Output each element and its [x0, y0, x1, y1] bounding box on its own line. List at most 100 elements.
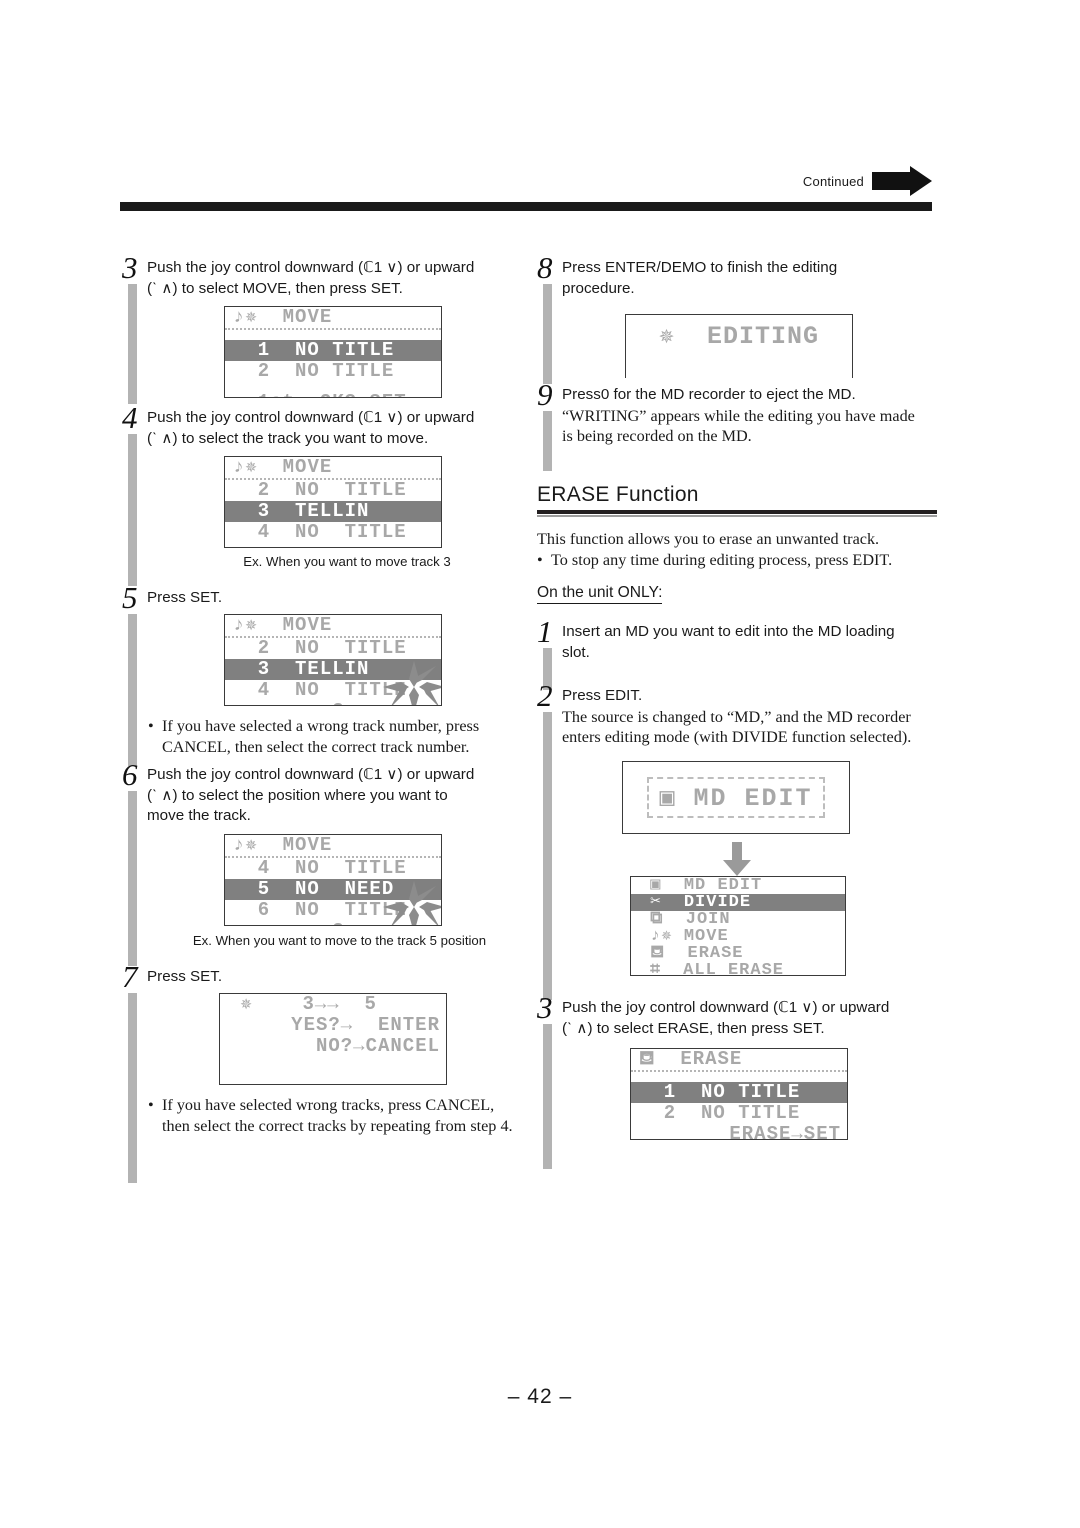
- step-text-line2: “WRITING” appears while the editing you …: [562, 406, 915, 425]
- step-gutter-bar: [128, 434, 137, 586]
- step-number: 9: [537, 377, 553, 412]
- step-number: 5: [122, 580, 138, 615]
- bullet-text: To stop any time during editing process,…: [551, 550, 893, 569]
- step-gutter-bar: [128, 284, 137, 404]
- lcd-line-highlighted: 1 NO TITLE: [631, 1082, 847, 1103]
- lcd-line-highlighted: 1 NO TITLE: [225, 340, 441, 361]
- erase-step-3: 3 Push the joy control downward (ℂ1 ∨) o…: [537, 992, 937, 1169]
- lcd-line: ♪✵ MOVE: [225, 615, 441, 638]
- step-6: 6 Push the joy control downward (ℂ1 ∨) o…: [122, 759, 522, 966]
- step-number: 3: [537, 990, 553, 1025]
- section-rule-thin: [537, 515, 937, 517]
- lcd-line: NO?→CANCEL: [291, 1035, 440, 1057]
- step-note: • If you have selected wrong tracks, pre…: [148, 1095, 526, 1136]
- section-bullet: • To stop any time during editing proces…: [537, 550, 937, 571]
- step-text-line1: Push the joy control downward (ℂ1 ∨) or …: [147, 259, 475, 276]
- lcd-line: ♪✵ MOVE: [225, 457, 441, 480]
- erase-step-1: 1 Insert an MD you want to edit into the…: [537, 616, 937, 690]
- step-text-line2: The source is changed to “MD,” and the M…: [562, 707, 911, 726]
- md-edit-framed-text: ▣ MD EDIT: [647, 777, 825, 818]
- step-4: 4 Push the joy control downward (ℂ1 ∨) o…: [122, 402, 522, 586]
- lcd-line-highlighted: 5 NO NEED: [225, 879, 441, 900]
- section-subheading: On the unit ONLY:: [537, 584, 663, 604]
- step-text-line2: (ˋ ∧) to select the track you want to mo…: [147, 429, 429, 447]
- down-arrow-icon: [723, 842, 751, 876]
- lcd-line: ⌗ ALL ERASE: [639, 961, 784, 976]
- lcd-line: 2 NO TITLE: [639, 1102, 801, 1124]
- move-select-position-display: ♪✵ MOVE 4 NO TITLE 5 NO NEED 6 NO TITLE …: [224, 834, 442, 926]
- md-edit-display: ▣ MD EDIT: [622, 761, 850, 834]
- step-text-line1: Push the joy control downward (ℂ1 ∨) or …: [147, 409, 475, 426]
- section-intro: This function allows you to erase an unw…: [537, 530, 880, 548]
- manual-page: Continued 3 Push the joy control downwar…: [0, 0, 1080, 1528]
- step-gutter-bar: [543, 284, 552, 384]
- lcd-spacer: [225, 543, 441, 547]
- lcd-line: ✵ 3→→ 5: [228, 993, 377, 1015]
- md-edit-menu-display: ▣ MD EDIT ✂ DIVIDE ⧉ JOIN ♪✵ MOVE ⛾ ERAS…: [630, 876, 846, 976]
- step-text-line3: is being recorded on the MD.: [562, 427, 752, 445]
- section-title: ERASE Function: [537, 483, 699, 506]
- bullet-dot: •: [148, 1096, 154, 1114]
- move-confirm-track-display: ♪✵ MOVE 2 NO TITLE 3 TELLIN 4 NO TITLE ‹…: [224, 614, 442, 706]
- right-arrow-icon: [872, 166, 932, 196]
- bullet-dot: •: [148, 717, 154, 735]
- move-select-track-display: ♪✵ MOVE 2 NO TITLE 3 TELLIN 4 NO TITLE 1…: [224, 456, 442, 548]
- note-text: If you have selected wrong tracks, press…: [162, 1096, 513, 1135]
- step-text-line1: Press SET.: [147, 968, 223, 985]
- bullet-dot: •: [537, 550, 543, 569]
- step-7: 7 Press SET. ✵ 3→→ 5 YES?→ ENTER NO?→CAN…: [122, 961, 522, 1183]
- step-5: 5 Press SET. ♪✵ MOVE 2 NO TITLE 3 TELLIN…: [122, 582, 522, 766]
- step-text-line2: (ˋ ∧) to select the position where you w…: [147, 786, 448, 804]
- example-caption: Ex. When you want to move track 3: [243, 554, 451, 569]
- step-number: 3: [122, 250, 138, 285]
- right-column: 8 Press ENTER/DEMO to finish the editing…: [537, 252, 937, 1170]
- step-number: 7: [122, 959, 138, 994]
- step-text-line1: Press SET.: [147, 589, 223, 606]
- step-number: 8: [537, 250, 553, 285]
- step-number: 2: [537, 678, 553, 713]
- step-gutter-bar: [543, 1024, 552, 1169]
- step-gutter-bar: [128, 791, 137, 966]
- step-text-line1: Press EDIT.: [562, 687, 643, 704]
- lcd-line: 6 NO TITLE: [233, 899, 407, 921]
- step-number: 6: [122, 757, 138, 792]
- step-gutter-bar: [128, 614, 137, 766]
- lcd-line: ♪✵ MOVE: [225, 835, 441, 858]
- lcd-line: ♪✵ MOVE: [639, 927, 729, 946]
- erase-function-section: ERASE Function This function allows you …: [537, 483, 937, 604]
- step-text-line3: move the track.: [147, 807, 251, 824]
- lcd-line: 4 NO TITLE: [233, 679, 407, 701]
- step-text-line2: (ˋ ∧) to select ERASE, then press SET.: [562, 1019, 825, 1037]
- step-text-line2: slot.: [562, 643, 590, 661]
- step-text-line1: Push the joy control downward (ℂ1 ∨) or …: [147, 766, 475, 783]
- step-3: 3 Push the joy control downward (ℂ1 ∨) o…: [122, 252, 522, 406]
- lcd-line: 2 NO TITLE: [233, 360, 395, 382]
- editing-status-display: ✵ EDITING: [625, 314, 853, 378]
- erase-track-list-display: ⛾ ERASE 1 NO TITLE 2 NO TITLE ERASE→SET …: [630, 1048, 848, 1140]
- lcd-line: ⧉ JOIN: [639, 910, 731, 929]
- move-confirm-display: ✵ 3→→ 5 YES?→ ENTER NO?→CANCEL: [219, 993, 447, 1085]
- step-8: 8 Press ENTER/DEMO to finish the editing…: [537, 252, 937, 384]
- example-caption: Ex. When you want to move to the track 5…: [192, 933, 487, 948]
- note-text: If you have selected a wrong track numbe…: [162, 717, 480, 756]
- lcd-line-highlighted: 3 TELLIN: [225, 501, 441, 522]
- step-text-line1: Press ENTER/DEMO to finish the editing: [562, 259, 838, 276]
- header-rule: [120, 202, 932, 211]
- step-text-line1: Insert an MD you want to edit into the M…: [562, 623, 895, 640]
- step-text-line1: Push the joy control downward (ℂ1 ∨) or …: [562, 999, 890, 1016]
- step-number: 4: [122, 400, 138, 435]
- lcd-line-highlighted: ✂ DIVIDE: [631, 894, 845, 911]
- erase-step-2: 2 Press EDIT. The source is changed to “…: [537, 680, 937, 1000]
- step-text-line3: enters editing mode (with DIVIDE functio…: [562, 728, 912, 746]
- step-gutter-bar: [128, 993, 137, 1183]
- step-text-line2: (ˋ ∧) to select MOVE, then press SET.: [147, 279, 403, 297]
- continued-label: Continued: [802, 173, 864, 189]
- lcd-line: ♪✵ MOVE: [225, 307, 441, 330]
- lcd-line: 4 NO TITLE: [233, 857, 407, 879]
- lcd-line: ⛾ ERASE: [639, 944, 744, 963]
- lcd-line: 4 NO TITLE: [233, 521, 407, 543]
- step-text-line2: procedure.: [562, 279, 635, 297]
- left-column: 3 Push the joy control downward (ℂ1 ∨) o…: [122, 252, 522, 1183]
- lcd-line: ‹ 3→→: [225, 701, 441, 706]
- lcd-line: ⛾ ERASE: [631, 1049, 847, 1072]
